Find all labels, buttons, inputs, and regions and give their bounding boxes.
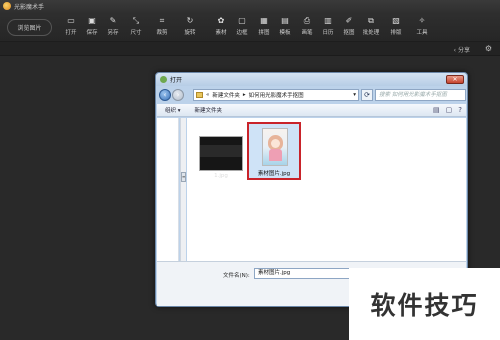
paint-tool-button[interactable]: ⎙ 画笔: [296, 16, 318, 40]
new-folder-button[interactable]: 新建文件夹: [195, 106, 223, 114]
border-tool-label: 边框: [236, 30, 248, 36]
collage-tool-button[interactable]: ▦ 拼图: [253, 16, 275, 40]
cutout-tool-label: 抠图: [343, 30, 355, 36]
address-overflow-icon[interactable]: «: [206, 92, 209, 98]
save-icon: ▣: [88, 16, 96, 25]
search-input[interactable]: 搜索 如何用光影魔术手抠图: [375, 89, 466, 101]
file-name-1[interactable]: 1.jpg: [199, 173, 243, 179]
dialog-command-bar: 组织 ▾ 新建文件夹 ▤ ▢ ?: [157, 104, 466, 117]
settings-gear-icon[interactable]: ⚙: [485, 44, 492, 53]
address-bar[interactable]: « 新建文件夹 ▸ 如何用光影魔术手抠图 ▾: [193, 89, 359, 101]
calendar-icon: ▥: [324, 16, 332, 25]
open-tool-button[interactable]: ▭ 打开: [60, 16, 82, 40]
batch-tool-button[interactable]: ⧉ 批处理: [358, 16, 384, 40]
calendar-tool-button[interactable]: ▥ 日历: [317, 16, 339, 40]
layout-icon: ▧: [392, 16, 400, 25]
title-bar: 光影魔术手: [0, 0, 500, 12]
forward-arrow-icon[interactable]: ›: [172, 89, 184, 101]
selected-file-item[interactable]: 素材图片.jpg: [247, 122, 301, 180]
app-title: 光影魔术手: [14, 3, 45, 11]
refresh-icon[interactable]: ⟳: [361, 89, 373, 101]
rotate-icon: ↻: [186, 16, 194, 25]
organize-menu[interactable]: 组织 ▾: [165, 106, 181, 114]
navigation-scrollbar[interactable]: ≡: [180, 118, 186, 261]
material-tool-label: 素材: [215, 30, 227, 36]
address-dropdown-icon[interactable]: ▾: [353, 92, 356, 98]
save-as-tool-button[interactable]: ✎ 另存: [102, 16, 124, 40]
save-tool-button[interactable]: ▣ 保存: [81, 16, 103, 40]
back-arrow-icon[interactable]: ‹: [159, 89, 171, 101]
rotate-tool-button[interactable]: ↻ 旋转: [179, 16, 201, 40]
breadcrumb-separator-icon: ▸: [242, 92, 246, 98]
material-icon: ✿: [217, 16, 225, 25]
template-tool-button[interactable]: ▤ 模板: [274, 16, 296, 40]
tools-menu-label: 工具: [416, 30, 428, 36]
border-icon: ▢: [238, 16, 246, 25]
layout-tool-label: 排版: [390, 30, 402, 36]
crop-tool-label: 裁剪: [156, 30, 168, 36]
cutout-tool-button[interactable]: ✐ 抠图: [338, 16, 360, 40]
watermark: 软件技巧: [349, 268, 500, 340]
filename-label: 文件名(N):: [223, 273, 250, 279]
layout-tool-button[interactable]: ▧ 排版: [385, 16, 407, 40]
preview-pane-icon[interactable]: ▢: [446, 106, 453, 114]
folder-icon: [196, 92, 203, 98]
dialog-title-bar: 打开 ✕: [156, 73, 467, 86]
crop-tool-button[interactable]: ⌗ 裁剪: [151, 16, 173, 40]
paint-tool-label: 画笔: [301, 30, 313, 36]
dialog-title: 打开: [170, 77, 183, 84]
dialog-nav-row: ‹ › « 新建文件夹 ▸ 如何用光影魔术手抠图 ▾ ⟳ 搜索 如何用光影魔术手…: [159, 88, 466, 102]
save-tool-label: 保存: [86, 30, 98, 36]
resize-tool-button[interactable]: ⤡ 尺寸: [125, 16, 147, 40]
view-options-icon[interactable]: ▤: [433, 106, 440, 114]
material-tool-button[interactable]: ✿ 素材: [210, 16, 232, 40]
batch-tool-label: 批处理: [362, 30, 380, 36]
crop-icon: ⌗: [159, 16, 165, 25]
help-icon[interactable]: ?: [458, 106, 462, 114]
template-tool-label: 模板: [279, 30, 291, 36]
file-name-2[interactable]: 素材图片.jpg: [249, 169, 299, 177]
navigation-pane[interactable]: [157, 118, 179, 261]
save-as-icon: ✎: [109, 16, 117, 25]
app-logo-icon: [3, 2, 11, 10]
share-label: 分享: [457, 47, 470, 54]
brush-icon: ✐: [345, 16, 353, 25]
sub-toolbar: ‹ 分享 ⚙: [0, 42, 500, 56]
batch-icon: ⧉: [368, 16, 374, 25]
scroll-thumb[interactable]: ≡: [181, 172, 186, 182]
open-tool-label: 打开: [65, 30, 77, 36]
template-icon: ▤: [281, 16, 289, 25]
calendar-tool-label: 日历: [322, 30, 334, 36]
main-toolbar: 浏览图片 ▭ 打开 ▣ 保存 ✎ 另存 ⤡ 尺寸 ⌗ 裁剪 ↻ 旋转 ✿ 素材 ▢ 边框 ▦ 拼图…: [0, 12, 500, 42]
browse-images-button[interactable]: 浏览图片: [7, 19, 52, 36]
file-list: 1.jpg 素材图片.jpg: [187, 118, 466, 261]
tools-menu-button[interactable]: ✧ 工具: [411, 16, 433, 40]
collage-tool-label: 拼图: [258, 30, 270, 36]
resize-icon: ⤡: [132, 16, 140, 25]
rotate-tool-label: 旋转: [184, 30, 196, 36]
wrench-icon: ✧: [418, 16, 426, 25]
border-tool-button[interactable]: ▢ 边框: [231, 16, 253, 40]
open-folder-icon: ▭: [67, 16, 75, 25]
resize-tool-label: 尺寸: [130, 30, 142, 36]
share-button[interactable]: ‹ 分享: [454, 45, 470, 54]
collage-icon: ▦: [260, 16, 268, 25]
breadcrumb-folder-2[interactable]: 如何用光影魔术手抠图: [249, 91, 304, 99]
file-thumbnail-1[interactable]: [199, 136, 243, 171]
breadcrumb-folder-1[interactable]: 新建文件夹: [212, 91, 240, 99]
save-as-tool-label: 另存: [107, 30, 119, 36]
file-thumbnail-2[interactable]: [262, 128, 288, 166]
dialog-close-button[interactable]: ✕: [446, 75, 464, 84]
print-icon: ⎙: [303, 16, 311, 25]
dialog-app-icon: [160, 76, 167, 83]
